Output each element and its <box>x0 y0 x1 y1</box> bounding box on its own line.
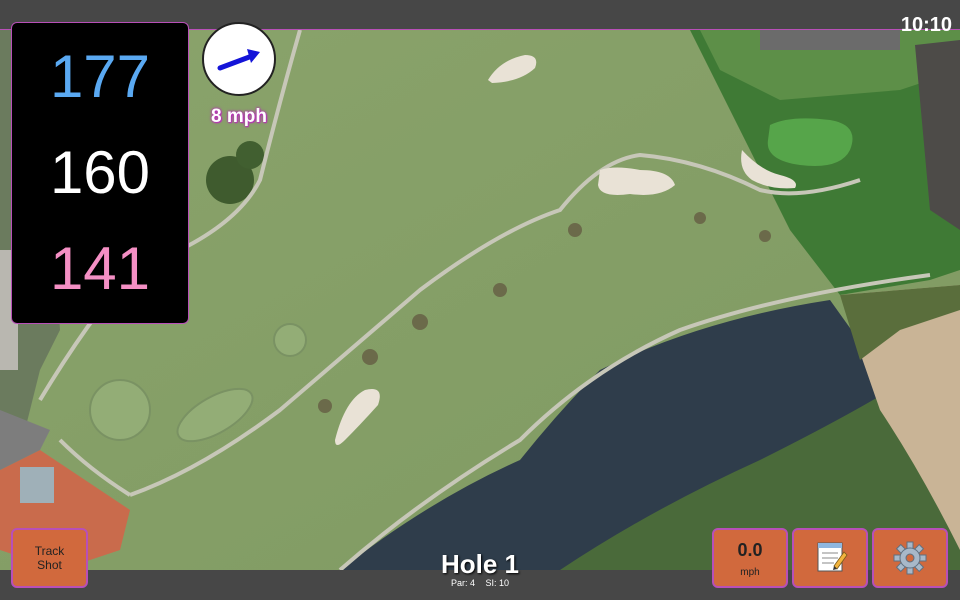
tree <box>568 223 582 237</box>
track-shot-button[interactable]: Track Shot <box>11 528 88 588</box>
tree <box>493 283 507 297</box>
wind-direction-arrow-icon <box>217 49 260 71</box>
back-distance: 177 <box>49 43 151 110</box>
golf-gps-app: 10:10 177 160 141 8 mph Track Shot Hole … <box>0 0 960 600</box>
tree <box>759 230 771 242</box>
speed-unit: mph <box>740 567 760 578</box>
tree-cluster <box>236 141 264 169</box>
hole-title: Hole 1 <box>440 549 520 579</box>
tree <box>412 314 428 330</box>
speed-value: 0.0 <box>737 540 763 560</box>
par-label: Par: 4 <box>450 578 475 588</box>
clock-time: 10:10 <box>900 14 952 36</box>
wind-speed: 8 mph <box>211 106 267 127</box>
clubhouse-skylight <box>20 467 54 503</box>
front-distance: 141 <box>49 235 151 302</box>
settings-button[interactable] <box>872 528 948 588</box>
hole-details: Par: 4 SI: 10 <box>380 578 580 588</box>
wind-compass <box>202 22 276 96</box>
hole-info: Hole 1 Par: 4 SI: 10 <box>380 550 580 588</box>
track-shot-label-line1: Track <box>34 544 65 558</box>
gear-icon <box>893 541 927 575</box>
notepad-icon <box>817 542 848 572</box>
tee-box <box>89 379 151 441</box>
scorecard-button[interactable] <box>792 528 868 588</box>
stroke-index-label: SI: 10 <box>485 578 510 588</box>
speed-button[interactable]: 0.0 mph <box>712 528 788 588</box>
tree <box>318 399 332 413</box>
track-shot-label-line2: Shot <box>37 558 62 572</box>
distance-panel: 177 160 141 <box>11 22 189 324</box>
tree <box>694 212 706 224</box>
center-distance: 160 <box>49 139 151 206</box>
putting-green <box>767 118 853 166</box>
tree <box>362 349 378 365</box>
houses-top-right <box>760 30 900 50</box>
tee-box <box>273 323 307 357</box>
